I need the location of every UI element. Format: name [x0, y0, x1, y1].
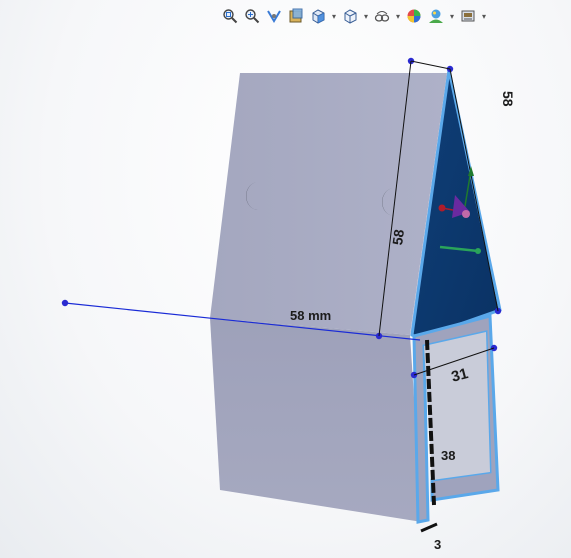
part-lower-face[interactable] — [210, 318, 422, 522]
dim-upper-right[interactable]: 58 — [500, 91, 516, 107]
model-scene: 58 58 58 mm 31 38 3 — [61, 57, 516, 552]
part-upper-face[interactable] — [210, 73, 447, 335]
dim-line-thickness — [420, 522, 438, 533]
dim-channel-depth[interactable]: 38 — [441, 448, 455, 463]
dim-horizontal[interactable]: 58 mm — [290, 308, 331, 323]
dim-line-top — [410, 60, 451, 70]
graphics-area[interactable]: ▾ ▾ ▾ ▾ ▾ 58 58 58 mm 31 38 3 — [0, 0, 571, 558]
sketch-point-left[interactable] — [61, 299, 69, 307]
dim-thickness[interactable]: 3 — [434, 537, 441, 552]
dim-slanted[interactable]: 58 — [389, 228, 407, 246]
